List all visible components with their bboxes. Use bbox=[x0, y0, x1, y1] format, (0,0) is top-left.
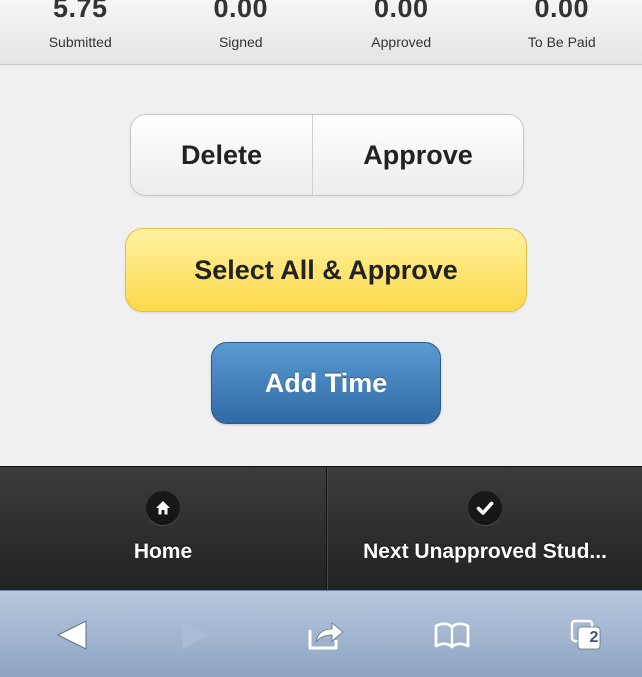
share-button[interactable] bbox=[290, 591, 362, 677]
footer-navbar: Home Next Unapproved Stud... bbox=[0, 466, 642, 590]
stat-value: 0.00 bbox=[534, 0, 590, 23]
nav-item-home[interactable]: Home bbox=[0, 467, 327, 590]
nav-label-home: Home bbox=[133, 540, 193, 563]
stat-value: 5.75 bbox=[52, 0, 108, 23]
stats-bar: 5.75 Submitted 0.00 Signed 0.00 Approved… bbox=[0, 0, 642, 65]
nav-item-next-unapproved[interactable]: Next Unapproved Stud... bbox=[327, 467, 642, 590]
tab-count: 2 bbox=[589, 629, 599, 646]
stat-to-be-paid: 0.00 To Be Paid bbox=[482, 0, 642, 64]
forward-arrow-icon bbox=[182, 620, 210, 649]
add-time-button[interactable]: Add Time bbox=[211, 342, 441, 424]
browser-toolbar: 2 bbox=[0, 590, 642, 677]
home-icon bbox=[146, 491, 180, 525]
delete-button[interactable]: Delete bbox=[131, 115, 313, 195]
forward-button[interactable] bbox=[160, 591, 232, 677]
stat-submitted: 5.75 Submitted bbox=[0, 0, 161, 64]
stat-value: 0.00 bbox=[213, 0, 269, 23]
check-icon bbox=[468, 491, 502, 525]
stat-label: Submitted bbox=[48, 34, 112, 50]
stat-approved: 0.00 Approved bbox=[321, 0, 482, 64]
back-button[interactable] bbox=[36, 591, 108, 677]
stat-label: To Be Paid bbox=[527, 34, 596, 50]
bookmarks-icon bbox=[434, 621, 470, 648]
stat-label: Approved bbox=[371, 34, 432, 50]
tabs-button[interactable]: 2 bbox=[550, 591, 622, 677]
nav-label-next: Next Unapproved Stud... bbox=[363, 540, 607, 563]
delete-approve-group: Delete Approve bbox=[130, 114, 524, 196]
back-arrow-icon bbox=[56, 619, 87, 650]
stat-signed: 0.00 Signed bbox=[161, 0, 322, 64]
approve-button[interactable]: Approve bbox=[313, 115, 523, 195]
share-icon bbox=[308, 621, 344, 649]
select-all-approve-button[interactable]: Select All & Approve bbox=[125, 228, 527, 312]
bookmarks-button[interactable] bbox=[416, 591, 488, 677]
stat-label: Signed bbox=[218, 34, 263, 50]
stat-value: 0.00 bbox=[373, 0, 429, 23]
